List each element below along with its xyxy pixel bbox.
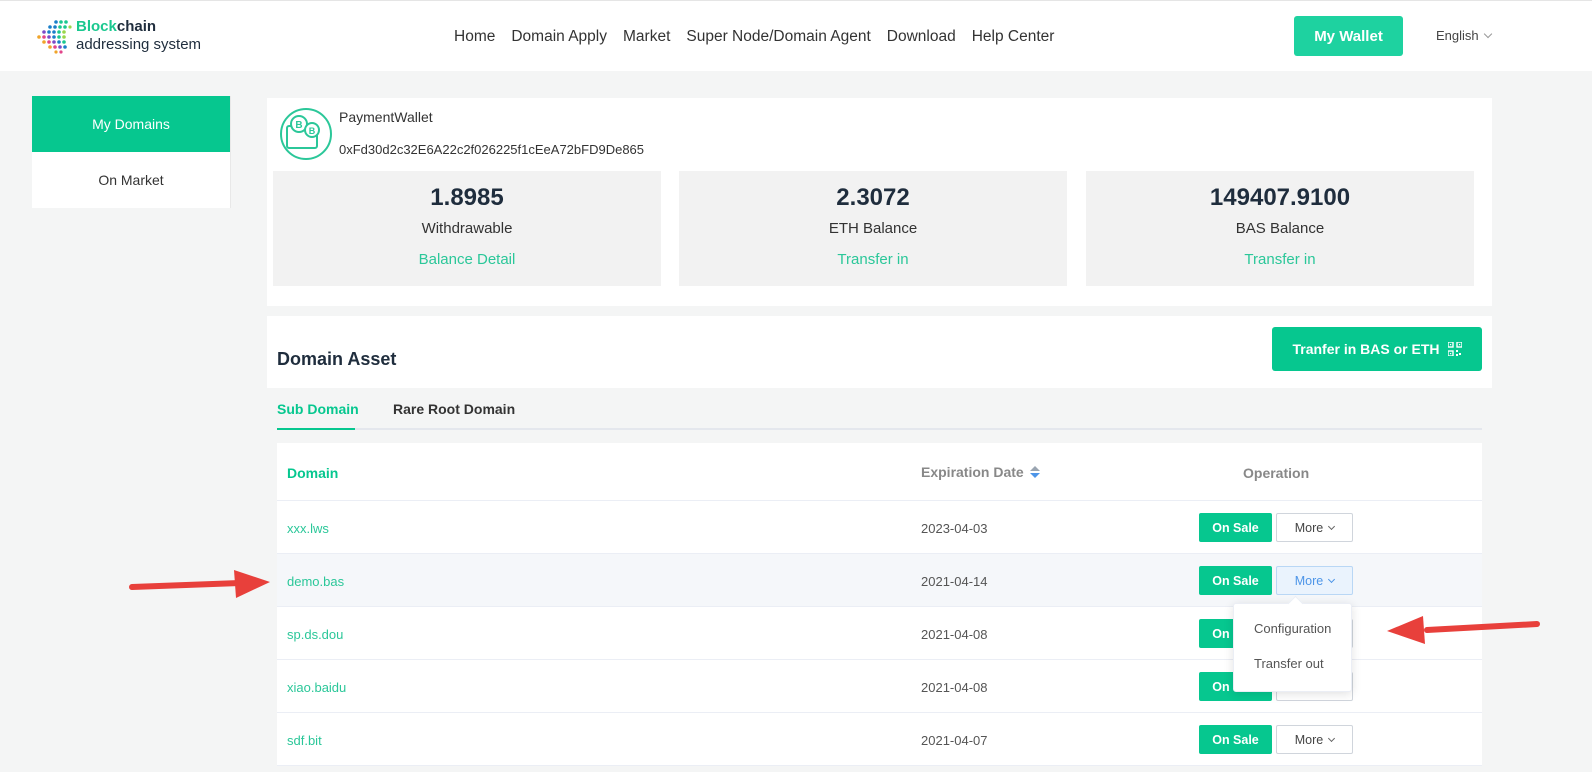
wallet-address: 0xFd30d2c32E6A22c2f026225f1cEeA72bFD9De8… [339, 142, 645, 157]
expiration-date: 2021-04-14 [921, 574, 988, 589]
column-operation: Operation [1243, 465, 1310, 481]
table-header: Domain Expiration Date Operation [277, 443, 1482, 501]
domain-asset-header: Domain Asset Tranfer in BAS or ETH [267, 316, 1492, 388]
eth-transfer-in-link[interactable]: Transfer in [679, 251, 1067, 268]
table-row: demo.bas 2021-04-14 On Sale More [277, 554, 1482, 607]
wallet-avatar-icon: B B [280, 108, 332, 160]
stat-label: ETH Balance [828, 220, 918, 237]
logo-subtitle: addressing system [76, 36, 202, 53]
table-row: xxx.lws 2023-04-03 On Sale More [277, 501, 1482, 554]
menu-item-configuration[interactable]: Configuration [1254, 621, 1331, 636]
domain-asset-title: Domain Asset [277, 349, 397, 369]
on-sale-button[interactable]: On Sale [1199, 566, 1272, 595]
logo[interactable]: Blockchain addressing system [34, 16, 224, 56]
my-wallet-button[interactable]: My Wallet [1294, 16, 1403, 56]
stat-label: BAS Balance [1235, 220, 1325, 237]
more-dropdown-menu: Configuration Transfer out [1233, 603, 1352, 692]
chevron-down-icon [1328, 575, 1336, 583]
tabs-area: Sub Domain Rare Root Domain Domain Expir… [267, 388, 1492, 772]
bas-transfer-in-link[interactable]: Transfer in [1086, 251, 1474, 268]
expiration-date: 2023-04-03 [921, 521, 988, 536]
annotation-arrow-left-icon [1387, 616, 1540, 644]
domain-link[interactable]: xiao.baidu [287, 680, 346, 695]
wallet-name: PaymentWallet [339, 109, 433, 125]
more-button[interactable]: More [1276, 513, 1353, 542]
annotation-arrow-right-icon [129, 570, 270, 598]
sidebar-item-on-market[interactable]: On Market [32, 152, 230, 208]
language-selector[interactable]: English [1436, 28, 1492, 43]
expiration-date: 2021-04-08 [921, 680, 988, 695]
column-expiration-date[interactable]: Expiration Date [921, 464, 1040, 480]
nav-domain-apply[interactable]: Domain Apply [511, 28, 607, 46]
menu-item-transfer-out[interactable]: Transfer out [1254, 656, 1324, 671]
main-nav: Home Domain Apply Market Super Node/Doma… [454, 28, 1054, 46]
stat-bas-balance: 149407.9100 BAS Balance Transfer in [1086, 171, 1474, 286]
expiration-date: 2021-04-08 [921, 627, 988, 642]
domain-asset-section: Domain Asset Tranfer in BAS or ETH Sub D… [267, 316, 1492, 772]
nav-help-center[interactable]: Help Center [972, 28, 1055, 46]
stat-eth-balance: 2.3072 ETH Balance Transfer in [679, 171, 1067, 286]
logo-dots-icon [37, 20, 72, 54]
stat-withdrawable: 1.8985 Withdrawable Balance Detail [273, 171, 661, 286]
sidebar-item-label: My Domains [92, 116, 170, 132]
more-label: More [1294, 573, 1324, 588]
expiration-date: 2021-04-07 [921, 733, 988, 748]
svg-text:B: B [295, 120, 302, 131]
domain-link[interactable]: xxx.lws [287, 521, 329, 536]
more-label: More [1294, 732, 1324, 747]
sidebar-item-label: On Market [98, 172, 164, 188]
on-sale-button[interactable]: On Sale [1199, 513, 1272, 542]
domain-link[interactable]: demo.bas [287, 574, 344, 589]
nav-home[interactable]: Home [454, 28, 495, 46]
wallet-card: B B PaymentWallet 0xFd30d2c32E6A22c2f026… [267, 98, 1492, 306]
column-label: Expiration Date [921, 464, 1024, 480]
language-label: English [1436, 28, 1479, 43]
chevron-down-icon [1328, 522, 1336, 530]
nav-download[interactable]: Download [887, 28, 956, 46]
more-label: More [1294, 520, 1324, 535]
sidebar-item-my-domains[interactable]: My Domains [32, 96, 230, 152]
on-sale-button[interactable]: On Sale [1199, 725, 1272, 754]
logo-title: Blockchain [76, 18, 157, 35]
stat-value: 2.3072 [836, 184, 910, 211]
top-header: Blockchain addressing system Home Domain… [0, 0, 1592, 71]
sidebar: My Domains On Market [32, 96, 231, 208]
chevron-down-icon [1328, 734, 1336, 742]
nav-market[interactable]: Market [623, 28, 670, 46]
table-row: sdf.bit 2021-04-07 On Sale More [277, 713, 1482, 766]
domain-link[interactable]: sp.ds.dou [287, 627, 343, 642]
sort-icon[interactable] [1029, 466, 1040, 478]
nav-super-node[interactable]: Super Node/Domain Agent [686, 28, 870, 46]
stat-value: 1.8985 [430, 184, 504, 211]
column-domain: Domain [287, 465, 339, 481]
more-button[interactable]: More [1276, 566, 1353, 595]
active-tab-indicator [277, 428, 355, 430]
more-button[interactable]: More [1276, 725, 1353, 754]
chevron-down-icon [1483, 29, 1492, 38]
tab-rare-root-domain[interactable]: Rare Root Domain [393, 401, 515, 417]
svg-text:B: B [309, 126, 316, 136]
qr-code-icon [1447, 342, 1462, 356]
transfer-in-label: Tranfer in BAS or ETH [1292, 341, 1440, 357]
tab-sub-domain[interactable]: Sub Domain [277, 401, 359, 417]
domain-link[interactable]: sdf.bit [287, 733, 322, 748]
domain-tabs: Sub Domain Rare Root Domain [277, 388, 1482, 430]
stat-label: Withdrawable [421, 220, 513, 237]
transfer-in-button[interactable]: Tranfer in BAS or ETH [1272, 327, 1482, 371]
balance-detail-link[interactable]: Balance Detail [273, 251, 661, 268]
stat-value: 149407.9100 [1209, 184, 1351, 211]
